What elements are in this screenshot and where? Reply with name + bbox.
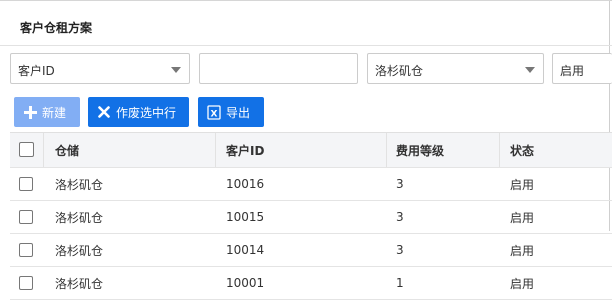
panel-title: 客户仓租方案 xyxy=(20,21,93,35)
chevron-down-icon xyxy=(171,67,181,73)
cell-warehouse: 洛杉矶仓 xyxy=(55,177,104,192)
table-row[interactable]: 洛杉矶仓 10016 3 启用 xyxy=(10,168,612,201)
cell-warehouse: 洛杉矶仓 xyxy=(55,276,104,291)
x-icon xyxy=(97,105,111,119)
warehouse-select-value: 洛杉矶仓 xyxy=(375,64,424,78)
table-row[interactable]: 洛杉矶仓 10015 3 启用 xyxy=(10,201,612,234)
column-divider xyxy=(499,133,500,167)
status-select-value: 启用 xyxy=(560,64,585,78)
status-select[interactable]: 启用 xyxy=(552,53,612,84)
new-button[interactable]: 新建 xyxy=(14,97,80,127)
column-divider xyxy=(43,133,44,167)
column-header-status[interactable]: 状态 xyxy=(510,133,534,167)
row-checkbox[interactable] xyxy=(19,276,33,290)
column-divider xyxy=(386,133,387,167)
customer-id-input[interactable] xyxy=(199,53,358,84)
cell-fee-level: 3 xyxy=(396,210,404,224)
table-header: 仓储 客户ID 费用等级 状态 xyxy=(10,133,612,168)
row-checkbox[interactable] xyxy=(19,243,33,257)
void-selected-button[interactable]: 作废选中行 xyxy=(88,97,189,127)
table-row[interactable]: 洛杉矶仓 10001 1 启用 xyxy=(10,267,612,300)
excel-icon: X xyxy=(207,104,221,120)
cell-customer-id: 10001 xyxy=(226,276,265,290)
cell-warehouse: 洛杉矶仓 xyxy=(55,210,104,225)
plus-icon xyxy=(23,105,37,119)
row-checkbox[interactable] xyxy=(19,177,33,191)
cell-fee-level: 3 xyxy=(396,177,404,191)
column-header-fee-level[interactable]: 费用等级 xyxy=(396,133,444,167)
cell-status: 启用 xyxy=(510,177,535,192)
void-selected-button-label: 作废选中行 xyxy=(116,105,177,120)
select-all-checkbox[interactable] xyxy=(19,142,34,157)
export-button-label: 导出 xyxy=(226,105,251,120)
cell-fee-level: 1 xyxy=(396,276,404,290)
column-divider xyxy=(215,133,216,167)
title-divider xyxy=(0,45,612,46)
cell-customer-id: 10016 xyxy=(226,177,265,191)
customer-id-select[interactable]: 客户ID xyxy=(10,53,190,84)
cell-customer-id: 10014 xyxy=(226,243,265,257)
cell-status: 启用 xyxy=(510,210,535,225)
cell-status: 启用 xyxy=(510,276,535,291)
table-row[interactable]: 洛杉矶仓 10014 3 启用 xyxy=(10,234,612,267)
warehouse-select[interactable]: 洛杉矶仓 xyxy=(367,53,544,84)
column-header-customer-id[interactable]: 客户ID xyxy=(226,133,264,167)
column-header-warehouse[interactable]: 仓储 xyxy=(55,133,79,167)
cell-warehouse: 洛杉矶仓 xyxy=(55,243,104,258)
rent-plan-table: 仓储 客户ID 费用等级 状态 洛杉矶仓 10016 3 启用 洛杉矶仓 100… xyxy=(10,132,612,300)
new-button-label: 新建 xyxy=(42,105,67,120)
cell-customer-id: 10015 xyxy=(226,210,265,224)
customer-id-select-value: 客户ID xyxy=(18,64,55,78)
export-button[interactable]: X 导出 xyxy=(198,97,264,127)
svg-text:X: X xyxy=(211,109,218,119)
row-checkbox[interactable] xyxy=(19,210,33,224)
cell-status: 启用 xyxy=(510,243,535,258)
chevron-down-icon xyxy=(525,67,535,73)
warehouse-rent-panel: 客户仓租方案 客户ID 洛杉矶仓 启用 新建 作废选中行 X 导出 仓储 客户I… xyxy=(0,0,612,300)
cell-fee-level: 3 xyxy=(396,243,404,257)
